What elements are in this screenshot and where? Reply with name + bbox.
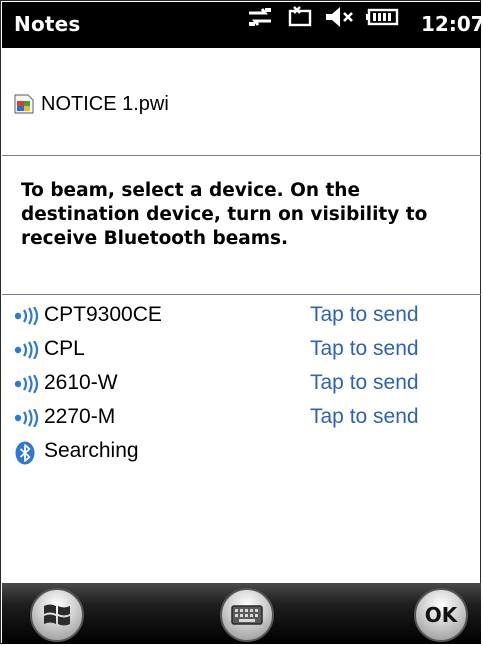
device-name: 2610-W [44,371,118,394]
clock[interactable]: 12:07 [421,12,483,36]
tap-to-send-link[interactable]: Tap to send [310,303,419,327]
bluetooth-status-row: Searching [1,435,481,469]
tap-to-send-link[interactable]: Tap to send [310,371,419,395]
ok-button[interactable]: OK [414,588,468,642]
searching-label: Searching [44,439,139,462]
ok-label: OK [424,603,458,627]
signal-icon [14,375,39,393]
windows-start-icon [44,604,70,626]
signal-icon [14,409,39,427]
keyboard-button[interactable] [220,588,274,642]
signal-icon [14,341,39,359]
device-screen: Notes 12:07 NOTICE 1.pwi To beam, select… [0,0,483,644]
divider-bottom [2,294,481,295]
device-name: 2270-M [44,405,116,428]
keyboard-icon [231,605,263,625]
device-row[interactable]: CPT9300CE Tap to send [1,299,481,333]
device-row[interactable]: CPL Tap to send [1,333,481,367]
tap-to-send-link[interactable]: Tap to send [310,337,419,361]
device-list: CPT9300CE Tap to send CPL Tap to send 26… [1,299,481,469]
signal-icon [14,307,39,325]
file-row: NOTICE 1.pwi [13,91,169,117]
app-title: Notes [14,12,81,36]
battery-icon[interactable] [365,2,403,32]
connectivity-icon[interactable] [245,2,275,32]
device-name: CPT9300CE [44,303,162,326]
message-icon[interactable] [285,2,315,32]
start-button[interactable] [30,588,84,642]
divider-top [2,155,481,156]
device-row[interactable]: 2610-W Tap to send [1,367,481,401]
bluetooth-icon [15,441,35,465]
tap-to-send-link[interactable]: Tap to send [310,405,419,429]
speaker-muted-icon[interactable] [323,2,357,32]
title-bar: Notes 12:07 [2,2,483,48]
beam-instruction: To beam, select a device. On the destina… [21,180,428,249]
file-name: NOTICE 1.pwi [41,92,169,115]
pwi-file-icon [14,94,34,114]
device-row[interactable]: 2270-M Tap to send [1,401,481,435]
softkey-bar: OK [2,583,481,644]
device-name: CPL [44,337,85,360]
